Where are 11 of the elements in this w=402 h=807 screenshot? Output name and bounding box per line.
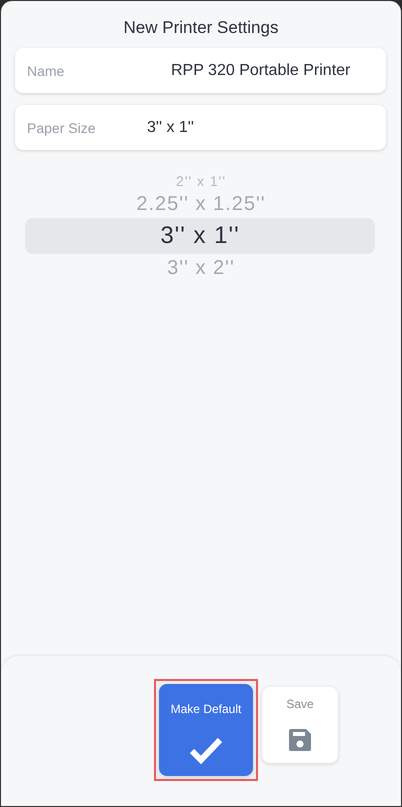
picker-option[interactable]: 3'' x 1'': [25, 218, 375, 254]
screen-title: New Printer Settings: [122, 18, 280, 39]
check-icon: [189, 736, 223, 764]
settings-field[interactable]: Name RPP 320 Portable Printer: [15, 48, 386, 93]
field-value: 3'' x 1'': [147, 118, 194, 136]
field-label: Name: [27, 62, 66, 78]
field-value: RPP 320 Portable Printer: [171, 62, 350, 80]
settings-field[interactable]: Paper Size 3'' x 1'': [15, 105, 386, 150]
field-label: Paper Size: [27, 120, 96, 136]
make-default-button[interactable]: Make Default: [159, 684, 253, 776]
save-button[interactable]: Save: [262, 687, 338, 763]
